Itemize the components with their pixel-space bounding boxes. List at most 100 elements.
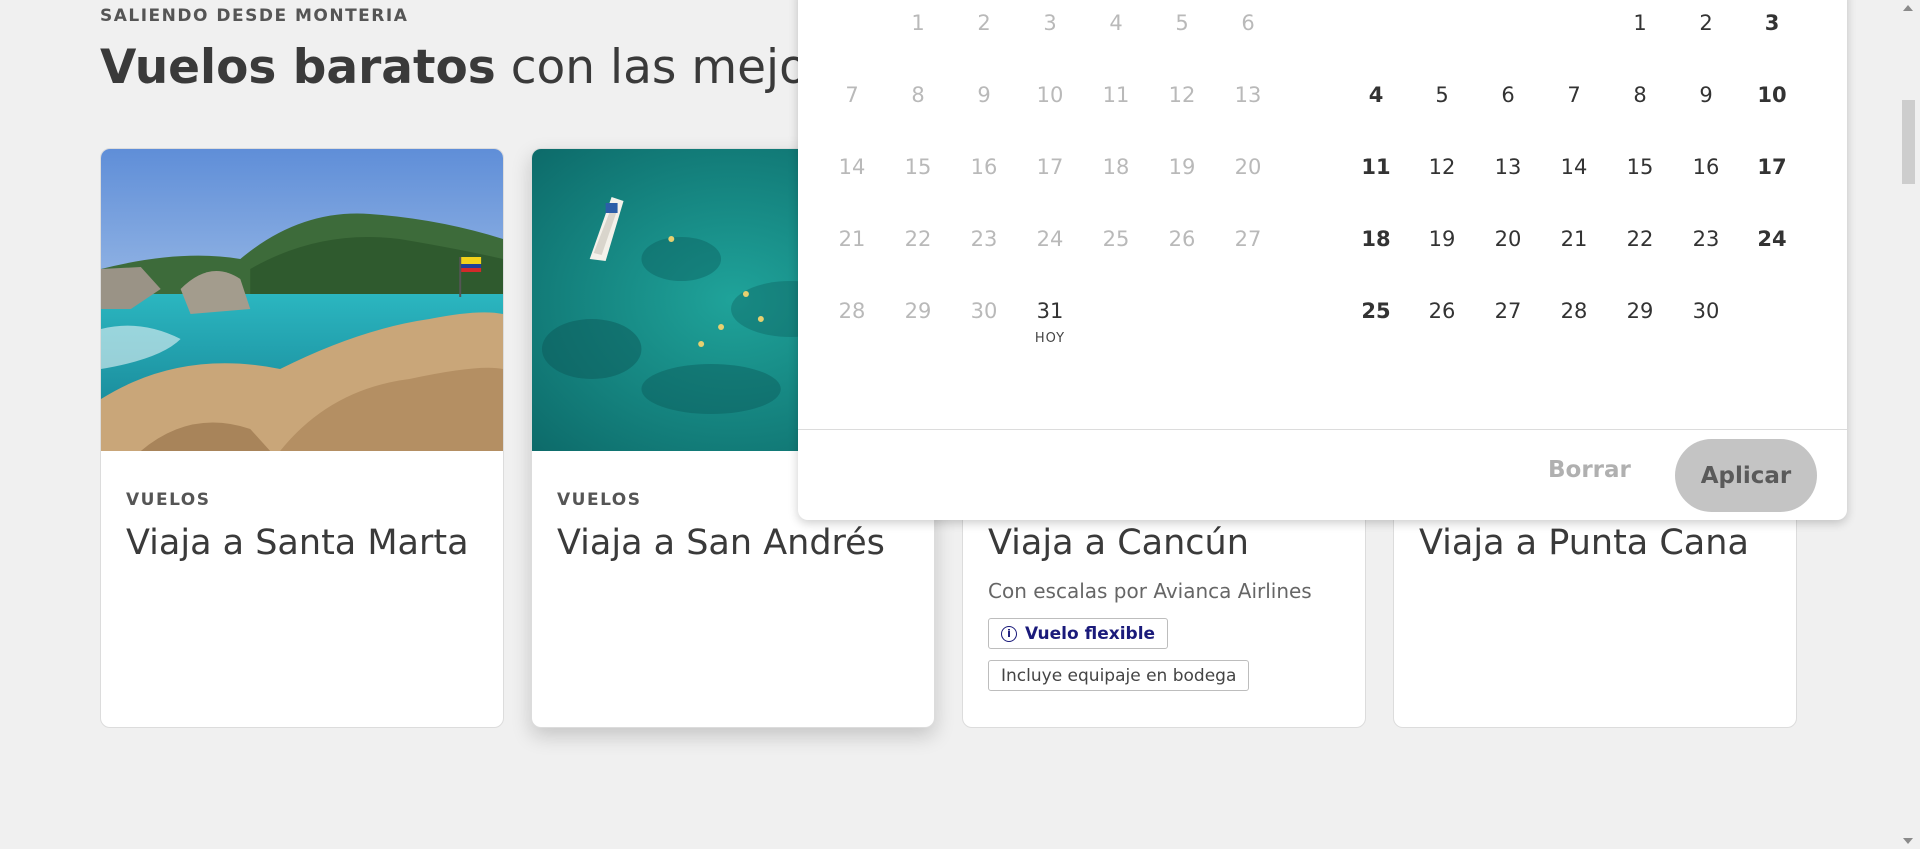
calendar-day: 5 — [1149, 0, 1215, 72]
santa-marta-image — [101, 149, 503, 451]
calendar-day: 26 — [1149, 216, 1215, 288]
calendar-day-number: 30 — [1692, 299, 1720, 323]
calendar-day: 15 — [885, 144, 951, 216]
calendar-day-number: 14 — [1560, 155, 1588, 179]
section-kicker: SALIENDO DESDE MONTERIA — [100, 6, 409, 26]
card-title[interactable]: Viaja a Santa Marta — [126, 523, 469, 563]
calendar-day-number: 7 — [845, 83, 859, 107]
calendar-day-number: 2 — [1699, 11, 1713, 35]
calendar-day-number: 5 — [1175, 11, 1189, 35]
calendar-day[interactable]: 30 — [1673, 288, 1739, 360]
calendar-day-number: 11 — [1102, 83, 1130, 107]
calendar-empty-cell — [1215, 288, 1281, 360]
calendar-empty-cell — [1409, 0, 1475, 72]
calendar-day-number: 19 — [1428, 227, 1456, 251]
calendar-day-number: 12 — [1168, 83, 1196, 107]
calendar-day-number: 3 — [1043, 11, 1057, 35]
card-title[interactable]: Viaja a San Andrés — [557, 523, 885, 563]
calendar-day-number: 27 — [1234, 227, 1262, 251]
calendar-day-number: 19 — [1168, 155, 1196, 179]
calendar-day: 29 — [885, 288, 951, 360]
card-title[interactable]: Viaja a Cancún — [988, 523, 1249, 563]
calendar-day-number: 6 — [1501, 83, 1515, 107]
calendar-day: 7 — [819, 72, 885, 144]
calendar-day[interactable]: 22 — [1607, 216, 1673, 288]
page-scrollbar[interactable] — [1897, 0, 1920, 849]
calendar-day: 8 — [885, 72, 951, 144]
calendar-day-number: 9 — [1699, 83, 1713, 107]
calendar-day[interactable]: 8 — [1607, 72, 1673, 144]
calendar-day: 24 — [1017, 216, 1083, 288]
calendar-day[interactable]: 10 — [1739, 72, 1805, 144]
calendar-day[interactable]: 1 — [1607, 0, 1673, 72]
calendar-day[interactable]: 4 — [1343, 72, 1409, 144]
apply-button[interactable]: Aplicar — [1675, 439, 1817, 512]
calendar-day[interactable]: 5 — [1409, 72, 1475, 144]
calendar-day[interactable]: 27 — [1475, 288, 1541, 360]
calendar-day-number: 1 — [1633, 11, 1647, 35]
info-icon: i — [1001, 625, 1017, 642]
calendar-empty-cell — [819, 0, 885, 72]
calendar-empty-cell — [1739, 288, 1805, 360]
calendar-day-number: 5 — [1435, 83, 1449, 107]
calendar-day[interactable]: 28 — [1541, 288, 1607, 360]
calendar-day[interactable]: 15 — [1607, 144, 1673, 216]
calendar-day: 3 — [1017, 0, 1083, 72]
calendar-day[interactable]: 29 — [1607, 288, 1673, 360]
calendar-day[interactable]: 20 — [1475, 216, 1541, 288]
calendar-day-today[interactable]: 31 HOY — [1017, 288, 1083, 360]
card-subtitle: Con escalas por Avianca Airlines — [988, 579, 1312, 603]
calendar-day-number: 24 — [1757, 227, 1787, 251]
calendar-day-number: 23 — [1692, 227, 1720, 251]
scroll-down-icon[interactable] — [1903, 838, 1913, 844]
calendar-day-number: 20 — [1494, 227, 1522, 251]
calendar-day-number: 22 — [1626, 227, 1654, 251]
card-title[interactable]: Viaja a Punta Cana — [1419, 523, 1749, 563]
calendar-day[interactable]: 3 — [1739, 0, 1805, 72]
calendar-day[interactable]: 18 — [1343, 216, 1409, 288]
calendar-day: 27 — [1215, 216, 1281, 288]
calendar-day-number: 25 — [1361, 299, 1391, 323]
calendar-day: 17 — [1017, 144, 1083, 216]
calendar-day-number: 8 — [1633, 83, 1647, 107]
calendar-day-number: 25 — [1102, 227, 1130, 251]
calendar-day[interactable]: 23 — [1673, 216, 1739, 288]
calendar-day-number: 14 — [838, 155, 866, 179]
popup-divider — [798, 429, 1847, 430]
calendar-day: 6 — [1215, 0, 1281, 72]
calendar-day[interactable]: 7 — [1541, 72, 1607, 144]
scroll-up-icon[interactable] — [1903, 5, 1913, 11]
card-kicker: VUELOS — [126, 490, 211, 510]
calendar-day-number: 18 — [1361, 227, 1391, 251]
calendar-day[interactable]: 16 — [1673, 144, 1739, 216]
scroll-thumb[interactable] — [1902, 100, 1915, 184]
calendar-day[interactable]: 12 — [1409, 144, 1475, 216]
calendar-day: 19 — [1149, 144, 1215, 216]
calendar-day[interactable]: 26 — [1409, 288, 1475, 360]
calendar-day-number: 26 — [1168, 227, 1196, 251]
calendar-day[interactable]: 17 — [1739, 144, 1805, 216]
calendar-day: 13 — [1215, 72, 1281, 144]
calendar-day[interactable]: 19 — [1409, 216, 1475, 288]
calendar-day-number: 20 — [1234, 155, 1262, 179]
calendar-day[interactable]: 24 — [1739, 216, 1805, 288]
today-label: HOY — [1034, 331, 1066, 346]
calendar-day-number: 12 — [1428, 155, 1456, 179]
calendar-day[interactable]: 2 — [1673, 0, 1739, 72]
calendar-empty-cell — [1475, 0, 1541, 72]
calendar-day[interactable]: 13 — [1475, 144, 1541, 216]
calendar-day[interactable]: 21 — [1541, 216, 1607, 288]
clear-button[interactable]: Borrar — [1548, 457, 1631, 483]
calendar-day[interactable]: 6 — [1475, 72, 1541, 144]
calendar-day[interactable]: 25 — [1343, 288, 1409, 360]
calendar-day: 1 — [885, 0, 951, 72]
destination-card-santa-marta[interactable]: VUELOS Viaja a Santa Marta — [100, 148, 504, 728]
calendar-day[interactable]: 9 — [1673, 72, 1739, 144]
calendar-day[interactable]: 11 — [1343, 144, 1409, 216]
section-title-bold: Vuelos baratos — [100, 40, 496, 95]
calendar-day-number: 6 — [1241, 11, 1255, 35]
calendar-month-previous: 1 2 3 4 5 6 7 8 9 10 11 12 13 14 15 16 17 18 19 20 21 22 23 24 2… — [819, 0, 1281, 360]
calendar-day-number: 21 — [1560, 227, 1588, 251]
calendar-day-number: 1 — [911, 11, 925, 35]
calendar-day[interactable]: 14 — [1541, 144, 1607, 216]
